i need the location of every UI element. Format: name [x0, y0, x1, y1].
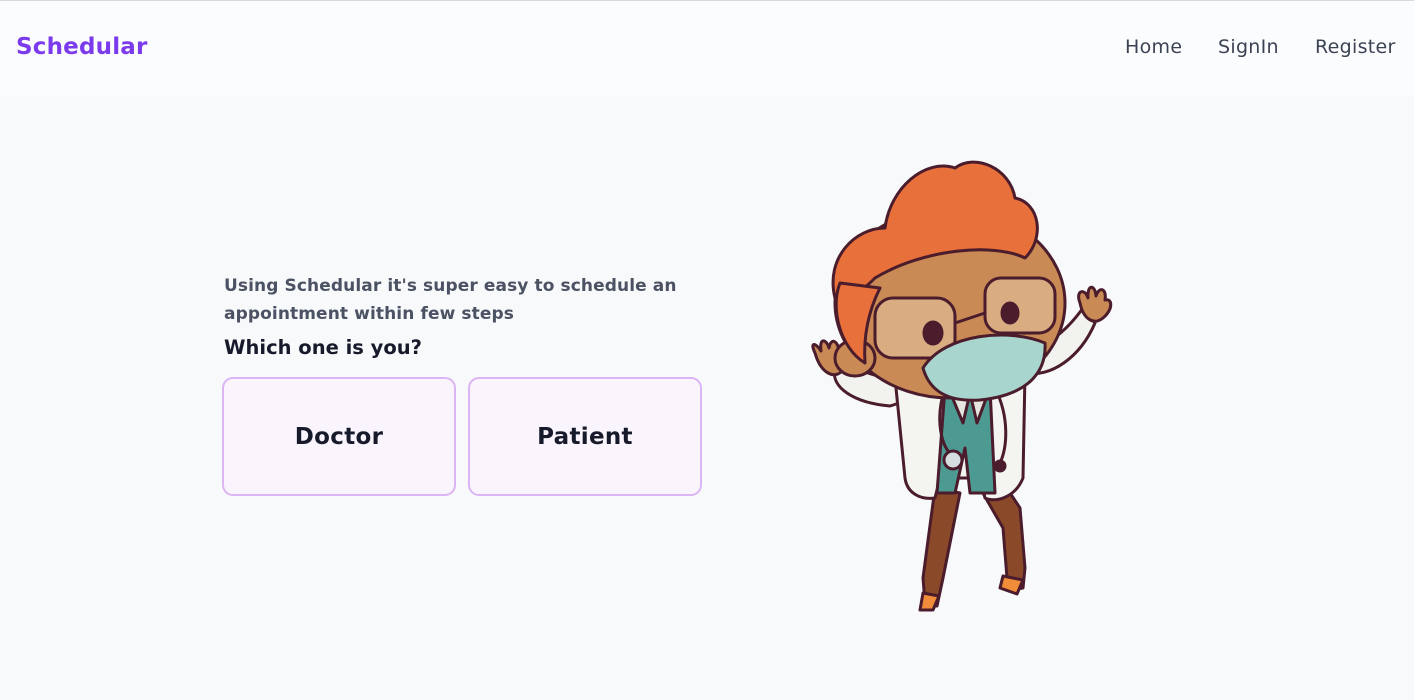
doctor-option-card[interactable]: Doctor: [222, 377, 456, 496]
intro-text: Using Schedular it's super easy to sched…: [224, 276, 677, 324]
nav-signin-link[interactable]: SignIn: [1218, 36, 1279, 58]
doctor-character-illustration: [811, 160, 1113, 612]
navbar: Schedular Home SignIn Register: [0, 1, 1414, 96]
nav-register-link[interactable]: Register: [1315, 36, 1396, 58]
nav-home-link[interactable]: Home: [1125, 36, 1182, 58]
role-question: Which one is you?: [224, 336, 422, 359]
brand-logo[interactable]: Schedular: [16, 34, 148, 60]
patient-option-card[interactable]: Patient: [468, 377, 702, 496]
